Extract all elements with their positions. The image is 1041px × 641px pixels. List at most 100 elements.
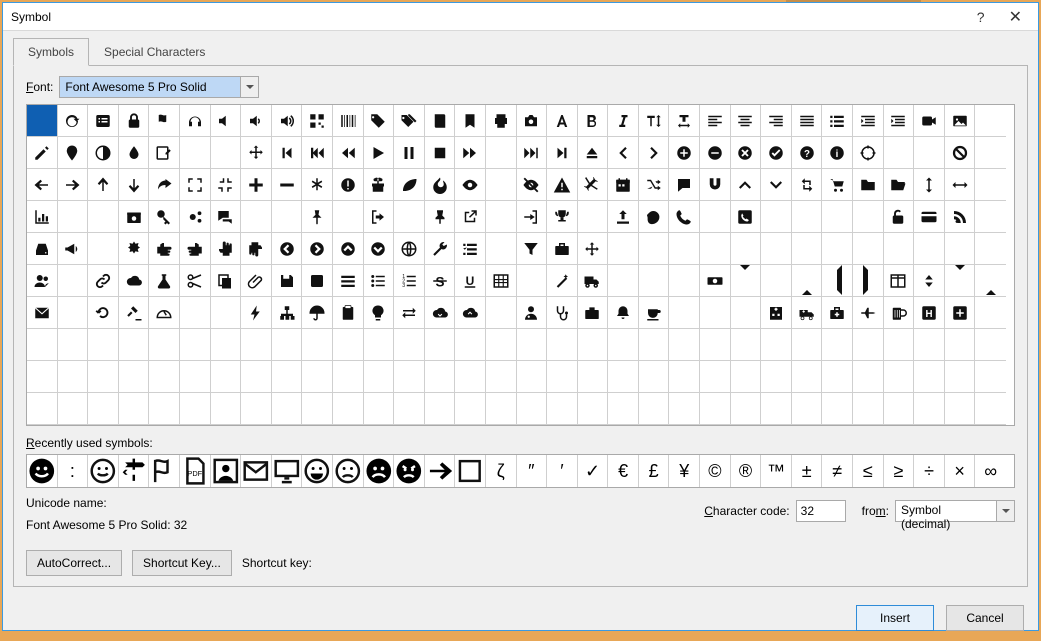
symbol-cell[interactable] [853,361,884,393]
font-dropdown-button[interactable] [240,77,258,97]
shortcut-key-button[interactable]: Shortcut Key... [132,550,232,576]
symbol-cell[interactable] [700,329,731,361]
symbol-cell[interactable] [241,201,272,233]
divide-icon[interactable]: ÷ [914,455,945,487]
yen-icon[interactable]: ¥ [669,455,700,487]
tachometer-icon[interactable] [149,297,180,329]
symbol-cell[interactable] [547,361,578,393]
comment-icon[interactable] [669,169,700,201]
gte-icon[interactable]: ≥ [884,455,915,487]
arrows-alt2-icon[interactable] [578,233,609,265]
symbol-cell[interactable] [761,233,792,265]
arrow-left-icon[interactable] [27,169,58,201]
camera-icon[interactable] [517,105,548,137]
symbol-cell[interactable] [486,361,517,393]
flag-icon[interactable] [149,105,180,137]
symbol-cell[interactable] [272,201,303,233]
insert-button[interactable]: Insert [856,605,934,631]
video-icon[interactable] [914,105,945,137]
sort-down-icon[interactable] [945,265,976,297]
arrow-circle-down-icon[interactable] [364,233,395,265]
ban-icon[interactable] [945,137,976,169]
symbol-cell[interactable] [853,393,884,425]
phone-icon[interactable] [669,201,700,233]
exchange-icon[interactable] [394,297,425,329]
volume-up-icon[interactable] [272,105,303,137]
symbol-cell[interactable] [486,201,517,233]
h-square-icon[interactable] [914,297,945,329]
upload-icon[interactable] [608,201,639,233]
check-icon[interactable]: ✓ [578,455,609,487]
symbol-cell[interactable] [975,297,1006,329]
symbol-cell[interactable] [180,329,211,361]
shopping-cart-icon[interactable] [822,169,853,201]
sync-icon[interactable] [58,105,89,137]
italic-icon[interactable] [608,105,639,137]
magnet-icon[interactable] [700,169,731,201]
help-button[interactable]: ? [977,9,985,25]
symbol-cell[interactable] [792,233,823,265]
symbol-cell[interactable] [792,393,823,425]
hand-point-down-icon[interactable] [241,233,272,265]
symbol-cell[interactable] [761,201,792,233]
symbol-cell[interactable] [547,329,578,361]
info-circle-icon[interactable] [822,137,853,169]
font-combo[interactable] [59,76,259,98]
symbol-cell[interactable] [700,361,731,393]
symbol-cell[interactable] [884,137,915,169]
symbol-cell[interactable] [853,329,884,361]
colon-icon[interactable]: : [58,455,89,487]
magic-icon[interactable] [547,265,578,297]
symbol-cell[interactable] [822,233,853,265]
square-outline-icon[interactable] [455,455,486,487]
lemon-icon[interactable] [639,201,670,233]
symbol-cell[interactable] [180,361,211,393]
symbol-cell[interactable] [211,137,242,169]
symbol-cell[interactable] [88,233,119,265]
lock-icon[interactable] [119,105,150,137]
symbol-cell[interactable] [486,233,517,265]
symbol-cell[interactable] [639,361,670,393]
symbol-cell[interactable] [425,361,456,393]
arrows-v-icon[interactable] [914,169,945,201]
symbol-cell[interactable] [945,329,976,361]
fast-forward-icon[interactable] [517,137,548,169]
caret-up-icon[interactable] [792,265,823,297]
symbol-cell[interactable] [58,361,89,393]
align-left-icon[interactable] [700,105,731,137]
symbol-cell[interactable] [975,201,1006,233]
envelope-outline-icon[interactable] [241,455,272,487]
smile-outline-icon[interactable] [88,455,119,487]
exclamation-circle-icon[interactable] [333,169,364,201]
trademark-icon[interactable]: ™ [761,455,792,487]
symbol-cell[interactable] [884,361,915,393]
symbol-cell[interactable] [517,361,548,393]
symbol-cell[interactable] [58,297,89,329]
random-icon[interactable] [639,169,670,201]
symbol-cell[interactable] [88,201,119,233]
chevron-left-icon[interactable] [608,137,639,169]
indent-icon[interactable] [884,105,915,137]
comments-icon[interactable] [211,201,242,233]
symbol-cell[interactable] [669,233,700,265]
chevron-down-icon[interactable] [761,169,792,201]
symbol-cell[interactable] [639,265,670,297]
symbol-cell[interactable] [486,297,517,329]
symbol-cell[interactable] [975,361,1006,393]
columns-icon[interactable] [884,265,915,297]
symbol-cell[interactable] [27,105,58,137]
frown-outline-icon[interactable] [333,455,364,487]
symbol-cell[interactable] [669,329,700,361]
symbol-cell[interactable] [700,393,731,425]
arrows-alt-icon[interactable] [241,137,272,169]
symbol-cell[interactable] [180,297,211,329]
symbol-cell[interactable] [486,137,517,169]
symbol-cell[interactable] [608,265,639,297]
list-ol-icon[interactable] [394,265,425,297]
outdent-icon[interactable] [853,105,884,137]
symbol-cell[interactable] [517,393,548,425]
bullhorn-icon[interactable] [58,233,89,265]
volume-down-icon[interactable] [241,105,272,137]
cut-icon[interactable] [180,265,211,297]
cloud-icon[interactable] [119,265,150,297]
